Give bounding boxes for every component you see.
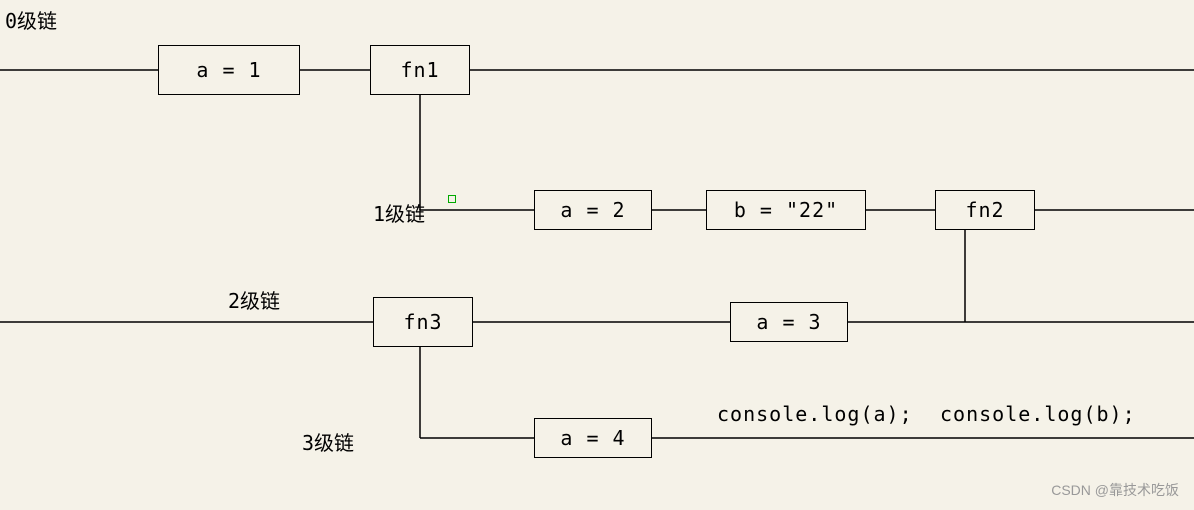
box-fn2: fn2 [935, 190, 1035, 230]
box-fn1: fn1 [370, 45, 470, 95]
level2-label: 2级链 [228, 285, 280, 314]
box-b22: b = "22" [706, 190, 866, 230]
watermark: CSDN @靠技术吃饭 [1051, 480, 1179, 500]
box-a2: a = 2 [534, 190, 652, 230]
level3-label: 3级链 [302, 427, 354, 456]
box-a3: a = 3 [730, 302, 848, 342]
stmt-log-b: console.log(b); [940, 402, 1136, 426]
level0-label: 0级链 [5, 5, 57, 34]
stmt-log-a: console.log(a); [717, 402, 913, 426]
level1-label: 1级链 [373, 198, 425, 227]
edit-handle-icon [448, 195, 456, 203]
box-a4: a = 4 [534, 418, 652, 458]
box-a1: a = 1 [158, 45, 300, 95]
box-fn3: fn3 [373, 297, 473, 347]
